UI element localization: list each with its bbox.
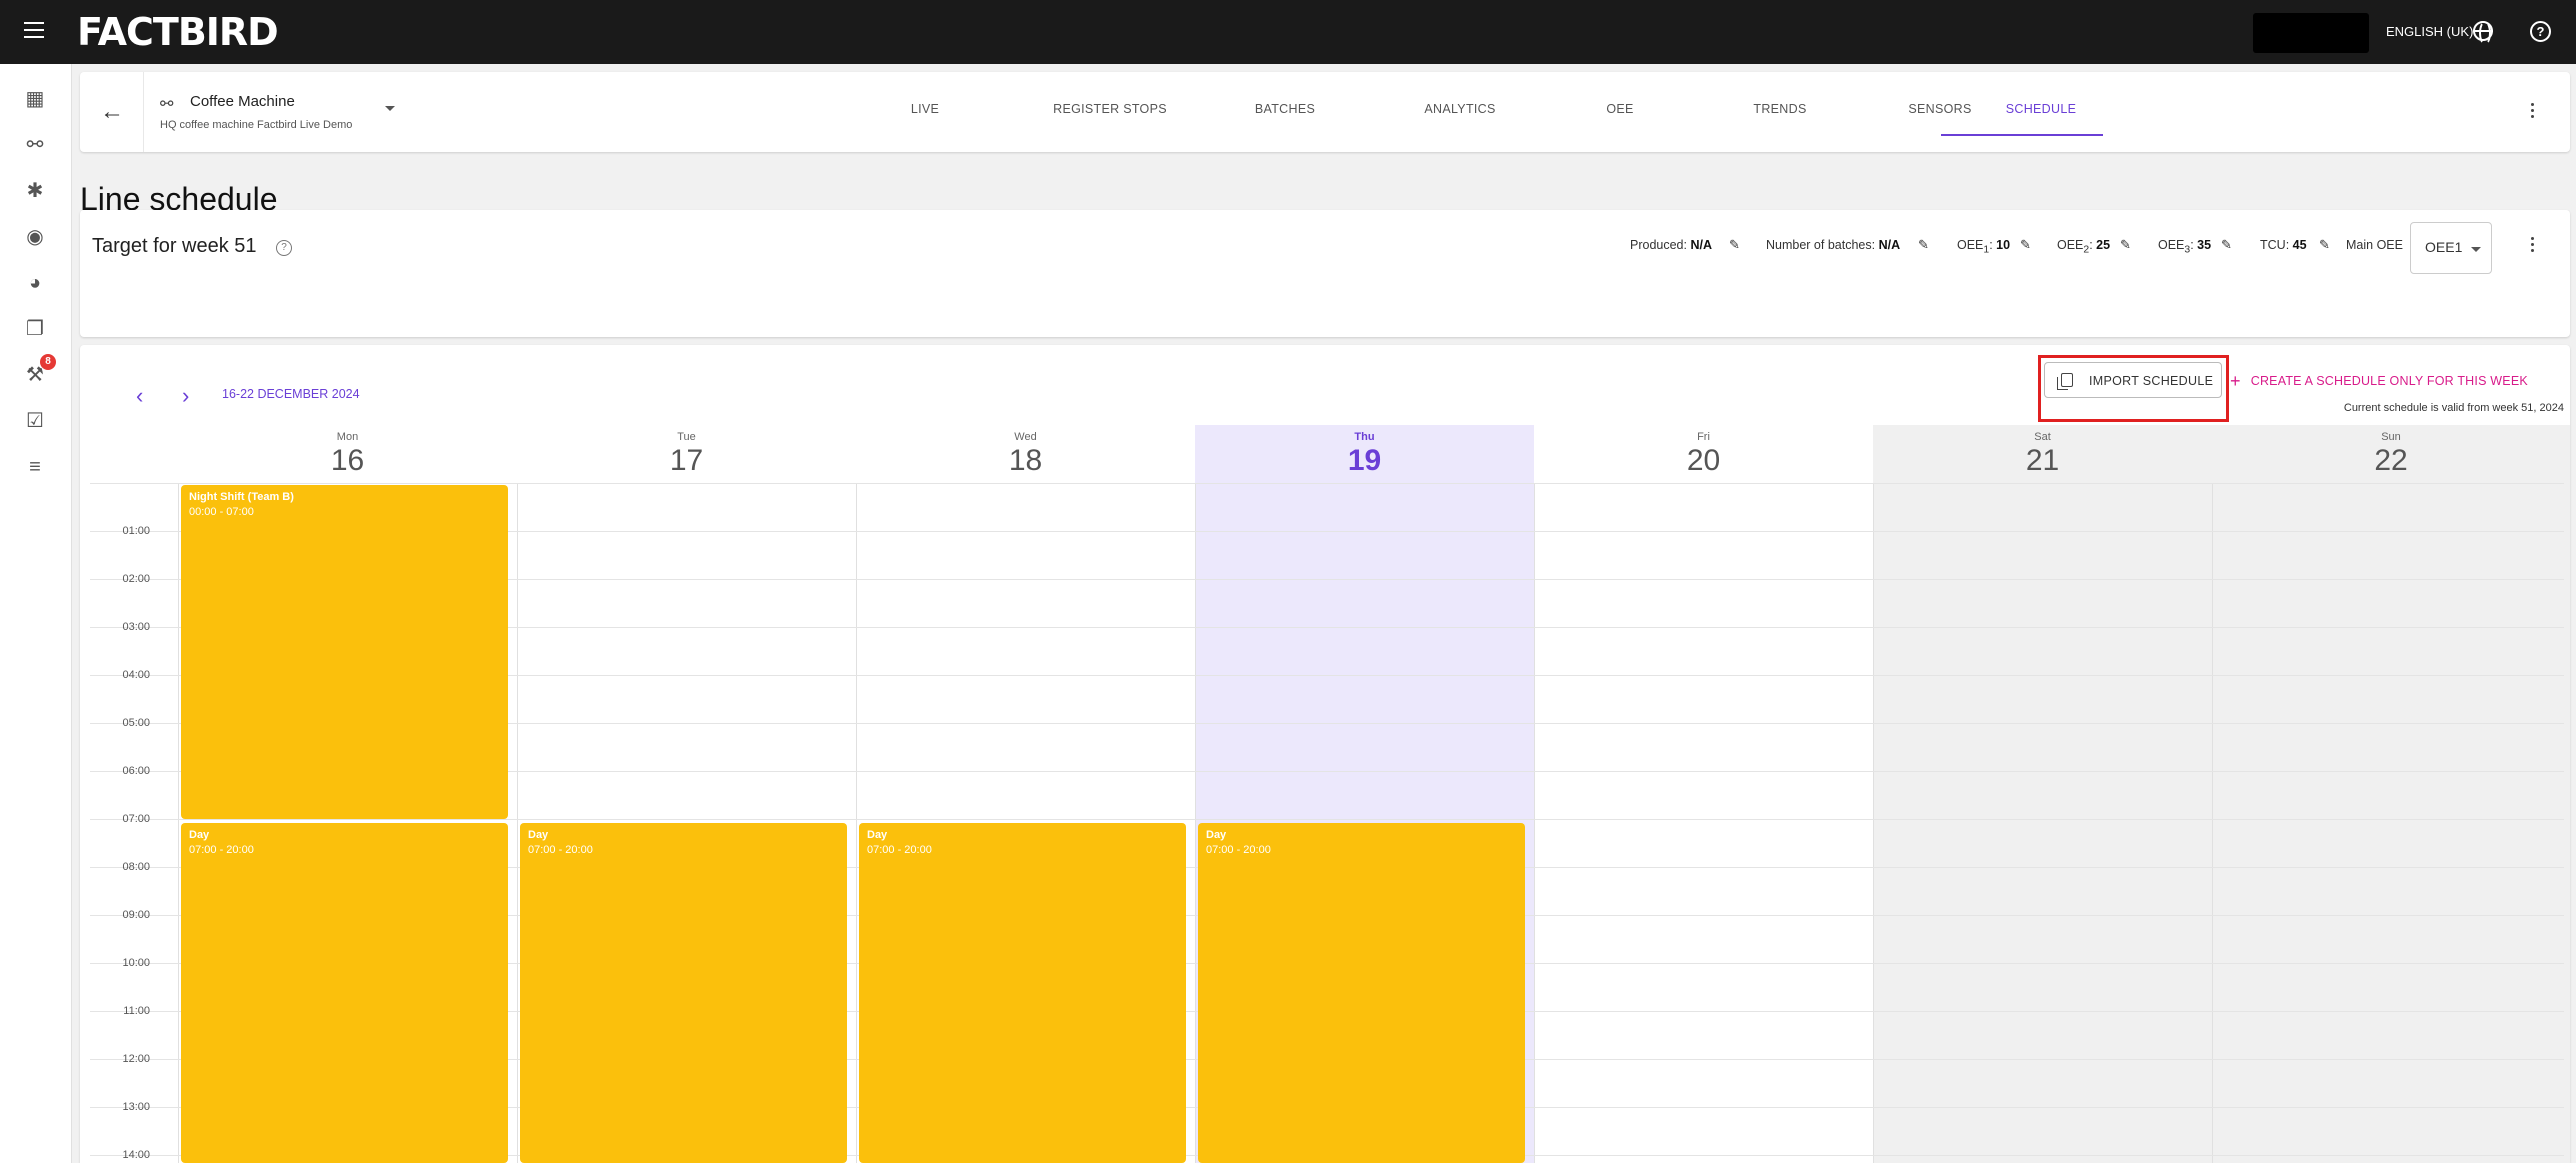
hour-label: 05:00: [122, 717, 150, 729]
help-icon[interactable]: ?: [276, 240, 292, 256]
shift-event-day[interactable]: Day 07:00 - 20:00: [1198, 823, 1525, 1163]
hour-label: 09:00: [122, 909, 150, 921]
hour-label: 01:00: [122, 525, 150, 537]
hour-label: 02:00: [122, 573, 150, 585]
tasks-icon[interactable]: ≡: [22, 454, 48, 480]
shift-event-day[interactable]: Day 07:00 - 20:00: [181, 823, 508, 1163]
tab-oee[interactable]: OEE: [1570, 102, 1670, 116]
day-header-fri: Fri 20: [1686, 431, 1721, 477]
line-icon[interactable]: ⚯: [22, 132, 48, 158]
next-week-icon[interactable]: ›: [182, 385, 189, 407]
tab-analytics[interactable]: ANALYTICS: [1380, 102, 1540, 116]
tab-batches[interactable]: BATCHES: [1220, 102, 1350, 116]
main-oee-select[interactable]: OEE1: [2410, 222, 2492, 274]
language-selector[interactable]: ENGLISH (UK): [2386, 22, 2473, 42]
more-options-icon[interactable]: [2531, 237, 2535, 255]
back-arrow-icon: ←: [100, 98, 124, 125]
day-header-sat: Sat 21: [1873, 425, 2212, 483]
maintenance-icon[interactable]: ⚒ 8: [22, 354, 56, 388]
edit-oee3-icon[interactable]: ✎: [2221, 237, 2232, 253]
target-title: Target for week 51: [92, 235, 257, 257]
line-header: ← ⚯ Coffee Machine HQ coffee machine Fac…: [80, 72, 2570, 152]
shift-event-night[interactable]: Night Shift (Team B) 00:00 - 07:00: [181, 485, 508, 819]
dashboard-icon[interactable]: ◉: [22, 224, 48, 250]
oee2-metric: OEE2: 25: [2057, 238, 2111, 256]
line-icon: ⚯: [160, 96, 174, 113]
sidebar: ▦ ⚯ ✱ ◉ ◕ ❐ ⚒ 8 ☑ ≡: [0, 64, 72, 1163]
hour-label: 10:00: [122, 957, 150, 969]
chevron-down-icon[interactable]: [385, 106, 395, 111]
produced-metric: Produced: N/A: [1630, 238, 1712, 252]
day-header-sun: Sun 22: [2212, 425, 2570, 483]
hour-label: 03:00: [122, 621, 150, 633]
schedule-calendar: ‹ › 16-22 DECEMBER 2024 IMPORT SCHEDULE …: [80, 345, 2570, 1163]
edit-oee1-icon[interactable]: ✎: [2020, 237, 2031, 253]
hour-label: 11:00: [123, 1005, 150, 1017]
day-header-tue: Tue 17: [669, 431, 704, 477]
shift-event-day[interactable]: Day 07:00 - 20:00: [520, 823, 847, 1163]
tab-schedule[interactable]: SCHEDULE: [1960, 102, 2122, 116]
create-week-schedule-button[interactable]: + CREATE A SCHEDULE ONLY FOR THIS WEEK: [2230, 371, 2528, 392]
menu-icon[interactable]: [24, 22, 44, 38]
previous-week-icon[interactable]: ‹: [136, 385, 143, 407]
user-account-box[interactable]: [2253, 13, 2369, 53]
tab-live[interactable]: LIVE: [870, 102, 980, 116]
hour-label: 12:00: [122, 1053, 150, 1065]
top-bar: FACTBIRD ENGLISH (UK) ?: [0, 0, 2576, 64]
edit-batches-icon[interactable]: ✎: [1918, 237, 1929, 253]
main-oee-label: Main OEE: [2346, 238, 2403, 252]
day-header-thu: Thu 19: [1195, 425, 1534, 483]
hour-label: 14:00: [122, 1149, 150, 1161]
hour-label: 04:00: [122, 669, 150, 681]
more-options-icon[interactable]: [2531, 103, 2535, 121]
batches-metric: Number of batches: N/A: [1766, 238, 1901, 252]
hour-label: 08:00: [122, 861, 150, 873]
hour-line: [90, 819, 2564, 820]
day-header-wed: Wed 18: [1008, 431, 1043, 477]
day-column-sun[interactable]: [2212, 483, 2570, 1163]
notification-badge: 8: [40, 354, 56, 370]
brand-logo: FACTBIRD: [77, 10, 279, 54]
shift-event-day[interactable]: Day 07:00 - 20:00: [859, 823, 1186, 1163]
schedule-validity-text: Current schedule is valid from week 51, …: [2343, 402, 2564, 414]
plus-icon: +: [2230, 371, 2241, 391]
oee3-metric: OEE3: 35: [2158, 238, 2212, 256]
documents-icon[interactable]: ❐: [22, 316, 48, 342]
oee1-metric: OEE1: 10: [1957, 238, 2011, 256]
day-column-fri[interactable]: [1534, 483, 1873, 1163]
edit-produced-icon[interactable]: ✎: [1729, 237, 1740, 253]
highlight-box: [2038, 355, 2229, 422]
edit-tcu-icon[interactable]: ✎: [2319, 237, 2330, 253]
week-range: 16-22 DECEMBER 2024: [222, 387, 360, 401]
chevron-down-icon: [2471, 247, 2481, 252]
hour-label: 07:00: [122, 813, 150, 825]
globe-icon[interactable]: [2473, 21, 2493, 45]
back-button[interactable]: ←: [80, 72, 144, 152]
tab-trends[interactable]: TRENDS: [1720, 102, 1840, 116]
help-icon[interactable]: ?: [2530, 21, 2551, 42]
gauge-icon[interactable]: ◕: [22, 270, 48, 296]
sensor-icon[interactable]: ✱: [22, 178, 48, 204]
edit-oee2-icon[interactable]: ✎: [2120, 237, 2131, 253]
line-name[interactable]: Coffee Machine: [190, 93, 295, 110]
checklist-icon[interactable]: ☑: [22, 408, 48, 434]
day-header-mon: Mon 16: [330, 431, 365, 477]
target-card: Target for week 51 ? Produced: N/A ✎ Num…: [80, 210, 2570, 337]
hour-label: 13:00: [122, 1101, 150, 1113]
hour-line: [90, 483, 2564, 484]
hour-label: 06:00: [122, 765, 150, 777]
tab-register-stops[interactable]: REGISTER STOPS: [1030, 102, 1190, 116]
active-tab-indicator: [1941, 134, 2103, 136]
line-subtitle: HQ coffee machine Factbird Live Demo: [160, 119, 353, 131]
day-column-sat[interactable]: [1873, 483, 2212, 1163]
tcu-metric: TCU: 45: [2260, 238, 2307, 252]
factory-icon[interactable]: ▦: [22, 86, 48, 112]
